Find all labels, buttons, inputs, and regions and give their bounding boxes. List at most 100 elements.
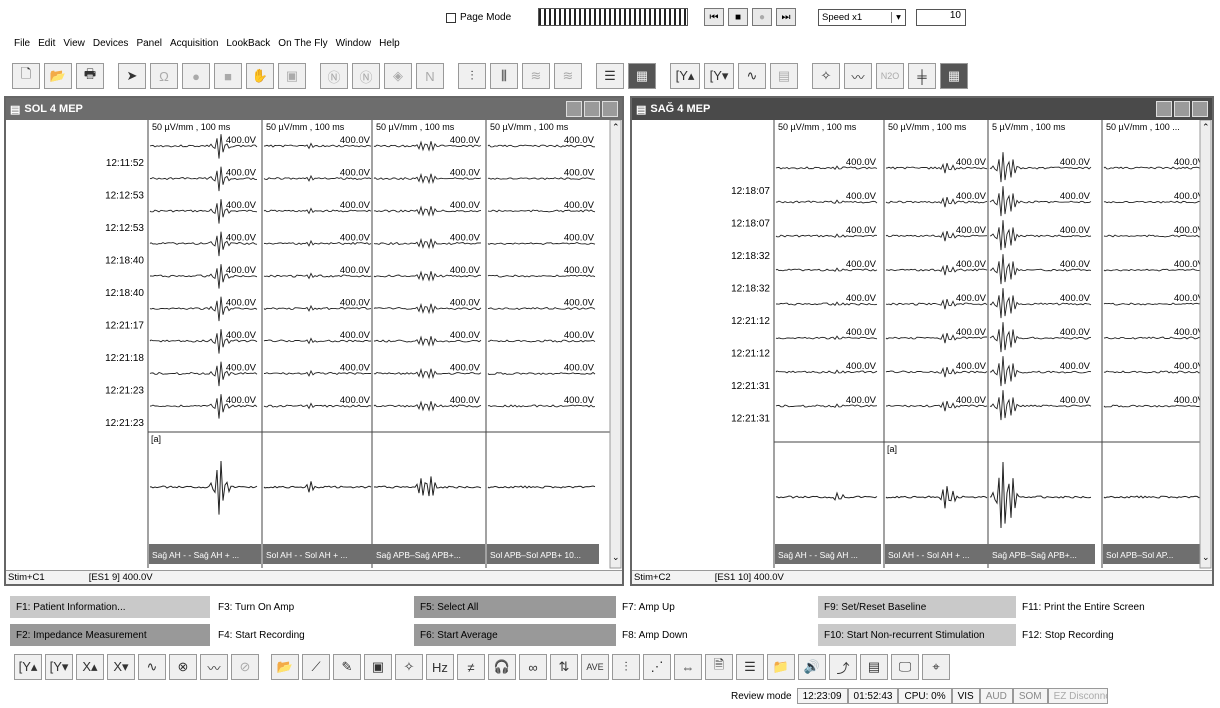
speed-select[interactable]: Speed x1 ▾ [818, 9, 906, 26]
close-icon[interactable] [1192, 101, 1208, 117]
black-grid-icon[interactable]: ▦ [940, 63, 968, 89]
stack-icon[interactable]: ▤ [860, 654, 888, 680]
n-diamond-icon[interactable]: ◈ [384, 63, 412, 89]
menu-on-the-fly[interactable]: On The Fly [278, 38, 327, 54]
traces-e-icon[interactable]: ☰ [596, 63, 624, 89]
hz-icon[interactable]: Hz [426, 654, 454, 680]
bars-icon[interactable]: ⫶ [612, 654, 640, 680]
maximize-icon[interactable] [584, 101, 600, 117]
folder-icon[interactable]: 📁 [767, 654, 795, 680]
wave-c-icon[interactable]: 〰 [200, 654, 228, 680]
hand-icon[interactable]: ✋ [246, 63, 274, 89]
f2-key[interactable]: F2: Impedance Measurement [10, 624, 210, 646]
traces-c-icon[interactable]: ≋ [522, 63, 550, 89]
speed-number-field[interactable]: 10 [916, 9, 966, 26]
menu-devices[interactable]: Devices [93, 38, 129, 54]
chevron-down-icon[interactable]: ⌄ [1202, 552, 1210, 562]
n-square-icon[interactable]: N [416, 63, 444, 89]
wave-a-icon[interactable]: ∿ [138, 654, 166, 680]
screens-icon[interactable]: 🖵 [891, 654, 919, 680]
record-button[interactable]: ● [752, 8, 772, 26]
menu-help[interactable]: Help [379, 38, 400, 54]
chevron-down-icon[interactable]: ▾ [891, 12, 905, 23]
minimize-icon[interactable] [1156, 101, 1172, 117]
arrows-icon[interactable]: ⇅ [550, 654, 578, 680]
raster-icon[interactable]: ▦ [628, 63, 656, 89]
edit-icon[interactable]: ✎ [333, 654, 361, 680]
y-up-icon[interactable]: [Y▴ [14, 654, 42, 680]
menu-window[interactable]: Window [336, 38, 372, 54]
filter-icon[interactable]: ≠ [457, 654, 485, 680]
neuron-icon[interactable]: ✧ [812, 63, 840, 89]
y-down-icon[interactable]: [Y▾ [45, 654, 73, 680]
y-up-icon[interactable]: [Y▴ [670, 63, 700, 89]
x-up-icon[interactable]: X▴ [76, 654, 104, 680]
n-circle-icon[interactable]: Ⓝ [320, 63, 348, 89]
menu-acquisition[interactable]: Acquisition [170, 38, 218, 54]
minimize-icon[interactable] [566, 101, 582, 117]
traces-a-icon[interactable]: ⫶ [458, 63, 486, 89]
traces-b-icon[interactable]: ⫼ [490, 63, 518, 89]
grid-small-icon[interactable]: ▤ [770, 63, 798, 89]
speaker-icon[interactable]: 🔊 [798, 654, 826, 680]
f10-key[interactable]: F10: Start Non-recurrent Stimulation [818, 624, 1016, 646]
binoculars-icon[interactable]: ⌖ [922, 654, 950, 680]
wave-b-icon[interactable]: ⊗ [169, 654, 197, 680]
doc-icon[interactable]: 🗎 [705, 654, 733, 680]
f5-key[interactable]: F5: Select All [414, 596, 616, 618]
y-down-icon[interactable]: [Y▾ [704, 63, 734, 89]
f8-key[interactable]: F8: Amp Down [616, 624, 816, 646]
stop-square-icon[interactable]: ■ [214, 63, 242, 89]
vertical-scrollbar[interactable] [609, 120, 622, 569]
ave-n-icon[interactable]: AVE [581, 654, 609, 680]
dots-icon[interactable]: ⋰ [643, 654, 671, 680]
waveform-b-icon[interactable]: 〰 [844, 63, 872, 89]
maximize-icon[interactable] [1174, 101, 1190, 117]
close-icon[interactable] [602, 101, 618, 117]
neuron-icon[interactable]: ✧ [395, 654, 423, 680]
traces-d-icon[interactable]: ≋ [554, 63, 582, 89]
new-file-icon[interactable]: 🗋 [12, 63, 40, 89]
f7-key[interactable]: F7: Amp Up [616, 596, 816, 618]
checkbox-box[interactable] [446, 12, 456, 23]
f1-key[interactable]: F1: Patient Information... [10, 596, 210, 618]
f4-key[interactable]: F4: Start Recording [212, 624, 412, 646]
ohm-icon[interactable]: Ω [150, 63, 178, 89]
waveform-icon[interactable]: ∿ [738, 63, 766, 89]
arrow-lr-icon[interactable]: ⇔ [674, 654, 702, 680]
chevron-down-icon[interactable]: ⌄ [612, 552, 620, 562]
f3-key[interactable]: F3: Turn On Amp [212, 596, 412, 618]
n2o-icon[interactable]: N2O [876, 63, 904, 89]
timeline-scrollbar[interactable] [538, 8, 688, 26]
page-icon[interactable]: ▣ [278, 63, 306, 89]
curve-icon[interactable]: ⤴ [829, 654, 857, 680]
menu-lookback[interactable]: LookBack [226, 38, 270, 54]
slope-icon[interactable]: ⟋ [302, 654, 330, 680]
list-icon[interactable]: ☰ [736, 654, 764, 680]
stimulus-arrow-icon[interactable]: ➤ [118, 63, 146, 89]
f9-key[interactable]: F9: Set/Reset Baseline [818, 596, 1016, 618]
vertical-scrollbar[interactable] [1199, 120, 1212, 569]
hz-bars-icon[interactable]: ╪ [908, 63, 936, 89]
chevron-up-icon[interactable]: ⌃ [612, 122, 620, 132]
page-mode-checkbox[interactable]: Page Mode [446, 12, 511, 23]
menu-panel[interactable]: Panel [136, 38, 162, 54]
skip-end-button[interactable]: ⏭ [776, 8, 796, 26]
open-folder-icon[interactable]: 📂 [44, 63, 72, 89]
f11-key[interactable]: F11: Print the Entire Screen [1016, 596, 1212, 618]
chevron-up-icon[interactable]: ⌃ [1202, 122, 1210, 132]
f12-key[interactable]: F12: Stop Recording [1016, 624, 1212, 646]
skip-start-button[interactable]: ⏮ [704, 8, 724, 26]
f6-key[interactable]: F6: Start Average [414, 624, 616, 646]
glasses-icon[interactable]: ∞ [519, 654, 547, 680]
open-icon[interactable]: 📂 [271, 654, 299, 680]
menu-view[interactable]: View [63, 38, 85, 54]
record-dot-icon[interactable]: ● [182, 63, 210, 89]
menu-edit[interactable]: Edit [38, 38, 55, 54]
no-sign-icon[interactable]: ⊘ [231, 654, 259, 680]
x-down-icon[interactable]: X▾ [107, 654, 135, 680]
menu-file[interactable]: File [14, 38, 30, 54]
n-circle-2-icon[interactable]: Ⓝ [352, 63, 380, 89]
print-icon[interactable]: 🖶 [76, 63, 104, 89]
headphones-icon[interactable]: 🎧 [488, 654, 516, 680]
